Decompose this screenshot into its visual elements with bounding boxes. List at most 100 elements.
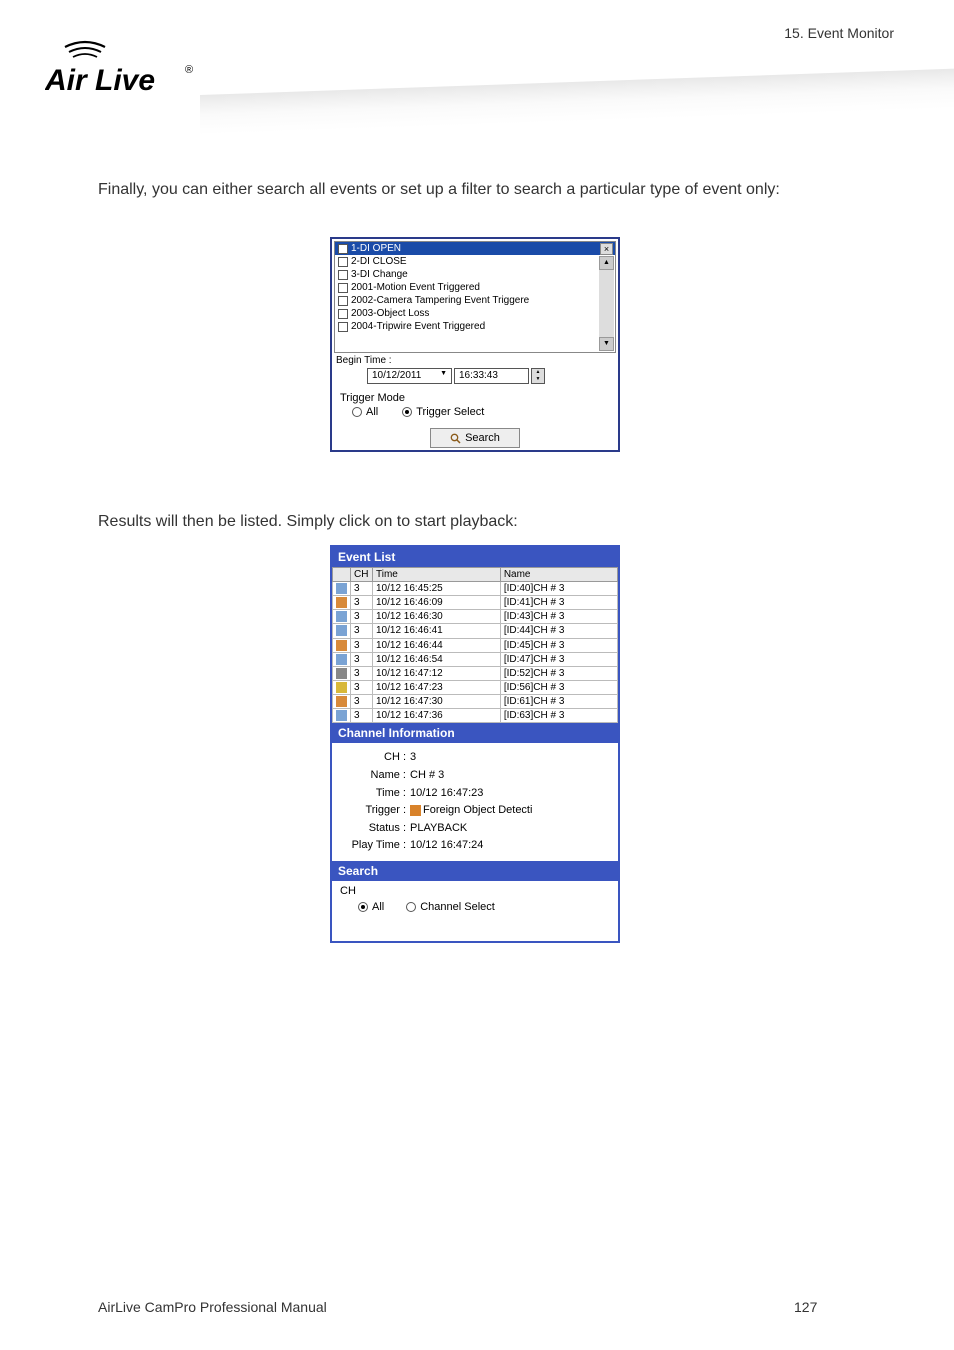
- table-row[interactable]: 310/12 16:47:23[ID:56]CH # 3: [333, 680, 618, 694]
- checkbox-icon[interactable]: [338, 296, 348, 306]
- event-type-label: 2-DI CLOSE: [351, 256, 407, 267]
- radio-channel-select[interactable]: Channel Select: [406, 901, 495, 913]
- col-time[interactable]: Time: [373, 568, 501, 582]
- cell-time: 10/12 16:45:25: [373, 582, 501, 596]
- table-row[interactable]: 310/12 16:47:30[ID:61]CH # 3: [333, 695, 618, 709]
- search-section-header: Search: [332, 861, 618, 881]
- event-type-item[interactable]: 2001-Motion Event Triggered: [335, 281, 615, 294]
- checkbox-icon[interactable]: [338, 283, 348, 293]
- event-type-icon: [336, 611, 347, 622]
- col-ch[interactable]: CH: [351, 568, 373, 582]
- info-playtime-label: Play Time :: [342, 837, 410, 855]
- cell-name: [ID:40]CH # 3: [500, 582, 617, 596]
- close-icon[interactable]: ×: [600, 243, 613, 255]
- scrollbar[interactable]: ▲ ▼: [599, 256, 614, 351]
- svg-text:Air Live: Air Live: [45, 64, 155, 97]
- paragraph-1: Finally, you can either search all event…: [98, 178, 894, 201]
- event-type-item[interactable]: 2002-Camera Tampering Event Triggere: [335, 294, 615, 307]
- event-type-item[interactable]: 1-DI OPEN: [335, 242, 615, 255]
- cell-time: 10/12 16:47:36: [373, 709, 501, 723]
- event-type-icon: [336, 696, 347, 707]
- cell-name: [ID:41]CH # 3: [500, 596, 617, 610]
- event-type-icon: [336, 654, 347, 665]
- search-button[interactable]: Search: [430, 428, 520, 448]
- cell-name: [ID:45]CH # 3: [500, 638, 617, 652]
- cell-ch: 3: [351, 652, 373, 666]
- begin-time-label: Begin Time :: [336, 355, 614, 366]
- scroll-up-icon[interactable]: ▲: [599, 256, 614, 270]
- event-type-item[interactable]: 2003-Object Loss: [335, 307, 615, 320]
- trigger-filter-dialog: × 1-DI OPEN 2-DI CLOSE 3-DI Change 2001-…: [330, 237, 620, 452]
- info-trigger-label: Trigger :: [342, 802, 410, 820]
- search-button-label: Search: [465, 432, 500, 444]
- info-time-label: Time :: [342, 785, 410, 803]
- cell-ch: 3: [351, 695, 373, 709]
- date-picker[interactable]: 10/12/2011 ▼: [367, 368, 452, 384]
- event-type-item[interactable]: 2004-Tripwire Event Triggered: [335, 320, 615, 333]
- info-time-value: 10/12 16:47:23: [410, 785, 483, 803]
- event-type-item[interactable]: 2-DI CLOSE: [335, 255, 615, 268]
- scroll-down-icon[interactable]: ▼: [599, 337, 614, 351]
- table-row[interactable]: 310/12 16:46:30[ID:43]CH # 3: [333, 610, 618, 624]
- table-row[interactable]: 310/12 16:47:36[ID:63]CH # 3: [333, 709, 618, 723]
- col-name[interactable]: Name: [500, 568, 617, 582]
- cell-name: [ID:43]CH # 3: [500, 610, 617, 624]
- cell-ch: 3: [351, 666, 373, 680]
- table-row[interactable]: 310/12 16:46:54[ID:47]CH # 3: [333, 652, 618, 666]
- svg-text:®: ®: [185, 64, 193, 76]
- radio-icon: [352, 407, 362, 417]
- info-playtime-value: 10/12 16:47:24: [410, 837, 483, 855]
- cell-name: [ID:63]CH # 3: [500, 709, 617, 723]
- checkbox-icon[interactable]: [338, 244, 348, 254]
- radio-trigger-select[interactable]: Trigger Select: [402, 406, 484, 418]
- time-picker[interactable]: 16:33:43: [454, 368, 529, 384]
- cell-time: 10/12 16:47:12: [373, 666, 501, 680]
- table-row[interactable]: 310/12 16:46:44[ID:45]CH # 3: [333, 638, 618, 652]
- table-row[interactable]: 310/12 16:46:41[ID:44]CH # 3: [333, 624, 618, 638]
- checkbox-icon[interactable]: [338, 309, 348, 319]
- cell-ch: 3: [351, 596, 373, 610]
- table-row[interactable]: 310/12 16:45:25[ID:40]CH # 3: [333, 582, 618, 596]
- footer-page-number: 127: [794, 1299, 894, 1315]
- event-type-label: 1-DI OPEN: [351, 243, 401, 254]
- checkbox-icon[interactable]: [338, 270, 348, 280]
- cell-ch: 3: [351, 680, 373, 694]
- search-icon: [450, 433, 461, 444]
- cell-ch: 3: [351, 610, 373, 624]
- cell-time: 10/12 16:46:44: [373, 638, 501, 652]
- info-ch-label: CH :: [342, 749, 410, 767]
- radio-icon: [358, 902, 368, 912]
- cell-name: [ID:52]CH # 3: [500, 666, 617, 680]
- table-row[interactable]: 310/12 16:46:09[ID:41]CH # 3: [333, 596, 618, 610]
- cell-name: [ID:44]CH # 3: [500, 624, 617, 638]
- event-type-label: 2001-Motion Event Triggered: [351, 282, 480, 293]
- table-row[interactable]: 310/12 16:47:12[ID:52]CH # 3: [333, 666, 618, 680]
- info-status-label: Status :: [342, 820, 410, 838]
- event-type-listbox[interactable]: × 1-DI OPEN 2-DI CLOSE 3-DI Change 2001-…: [334, 241, 616, 353]
- cell-name: [ID:61]CH # 3: [500, 695, 617, 709]
- event-type-label: 3-DI Change: [351, 269, 408, 280]
- radio-all[interactable]: All: [352, 406, 378, 418]
- radio-icon: [402, 407, 412, 417]
- cell-time: 10/12 16:47:30: [373, 695, 501, 709]
- datetime-row: 10/12/2011 ▼ 16:33:43 ▲▼: [367, 368, 583, 384]
- cell-ch: 3: [351, 624, 373, 638]
- cell-time: 10/12 16:46:30: [373, 610, 501, 624]
- event-type-label: 2003-Object Loss: [351, 308, 429, 319]
- info-name-label: Name :: [342, 767, 410, 785]
- col-icon[interactable]: [333, 568, 351, 582]
- event-type-item[interactable]: 3-DI Change: [335, 268, 615, 281]
- channel-info-header: Channel Information: [332, 723, 618, 743]
- table-header-row: CH Time Name: [333, 568, 618, 582]
- checkbox-icon[interactable]: [338, 322, 348, 332]
- info-status-value: PLAYBACK: [410, 820, 467, 838]
- event-type-icon: [336, 597, 347, 608]
- checkbox-icon[interactable]: [338, 257, 348, 267]
- trigger-mode-radios: All Trigger Select: [352, 406, 598, 418]
- event-table: CH Time Name 310/12 16:45:25[ID:40]CH # …: [332, 567, 618, 723]
- time-spinner[interactable]: ▲▼: [531, 368, 545, 384]
- cell-ch: 3: [351, 709, 373, 723]
- chapter-label: 15. Event Monitor: [784, 25, 894, 41]
- radio-all[interactable]: All: [358, 901, 384, 913]
- trigger-mode-label: Trigger Mode: [340, 392, 610, 404]
